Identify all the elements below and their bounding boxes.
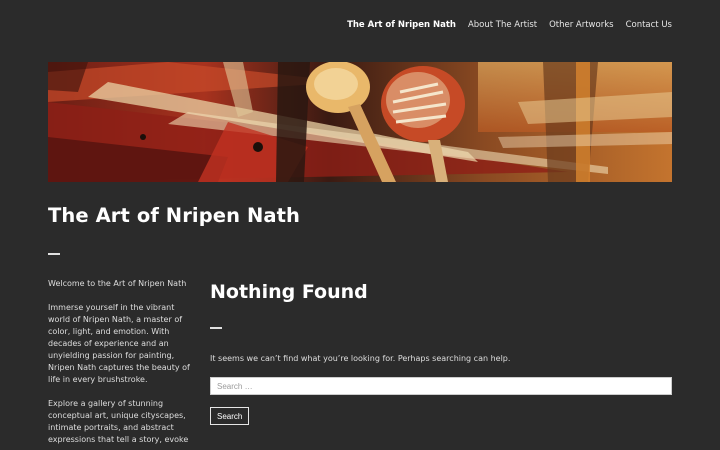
header-banner-image[interactable]: [48, 62, 672, 182]
main-content: Nothing Found It seems we can’t find wha…: [210, 279, 672, 425]
title-divider: [48, 253, 60, 255]
page: The Art of Nripen Nath About The Artist …: [0, 0, 720, 450]
page-title: Nothing Found: [210, 281, 368, 303]
search-input[interactable]: [210, 377, 672, 395]
painting-illustration: [48, 62, 672, 182]
sidebar: Welcome to the Art of Nripen Nath Immers…: [48, 278, 194, 450]
search-button[interactable]: Search: [210, 407, 250, 425]
not-found-message: It seems we can’t find what you’re looki…: [210, 354, 511, 363]
sidebar-gallery-text: Explore a gallery of stunning conceptual…: [48, 399, 189, 444]
nav-item-about-the-artist[interactable]: About The Artist: [468, 19, 537, 31]
nav-item-other-artworks[interactable]: Other Artworks: [549, 19, 613, 31]
nav-item-contact-us[interactable]: Contact Us: [626, 19, 672, 31]
sidebar-intro-text: Immerse yourself in the vibrant world of…: [48, 303, 190, 384]
primary-navigation: The Art of Nripen Nath About The Artist …: [347, 19, 672, 31]
heading-divider: [210, 327, 222, 329]
sidebar-welcome-text: Welcome to the Art of Nripen Nath: [48, 279, 187, 288]
site-title[interactable]: The Art of Nripen Nath: [48, 204, 300, 227]
nav-item-home[interactable]: The Art of Nripen Nath: [347, 19, 456, 31]
